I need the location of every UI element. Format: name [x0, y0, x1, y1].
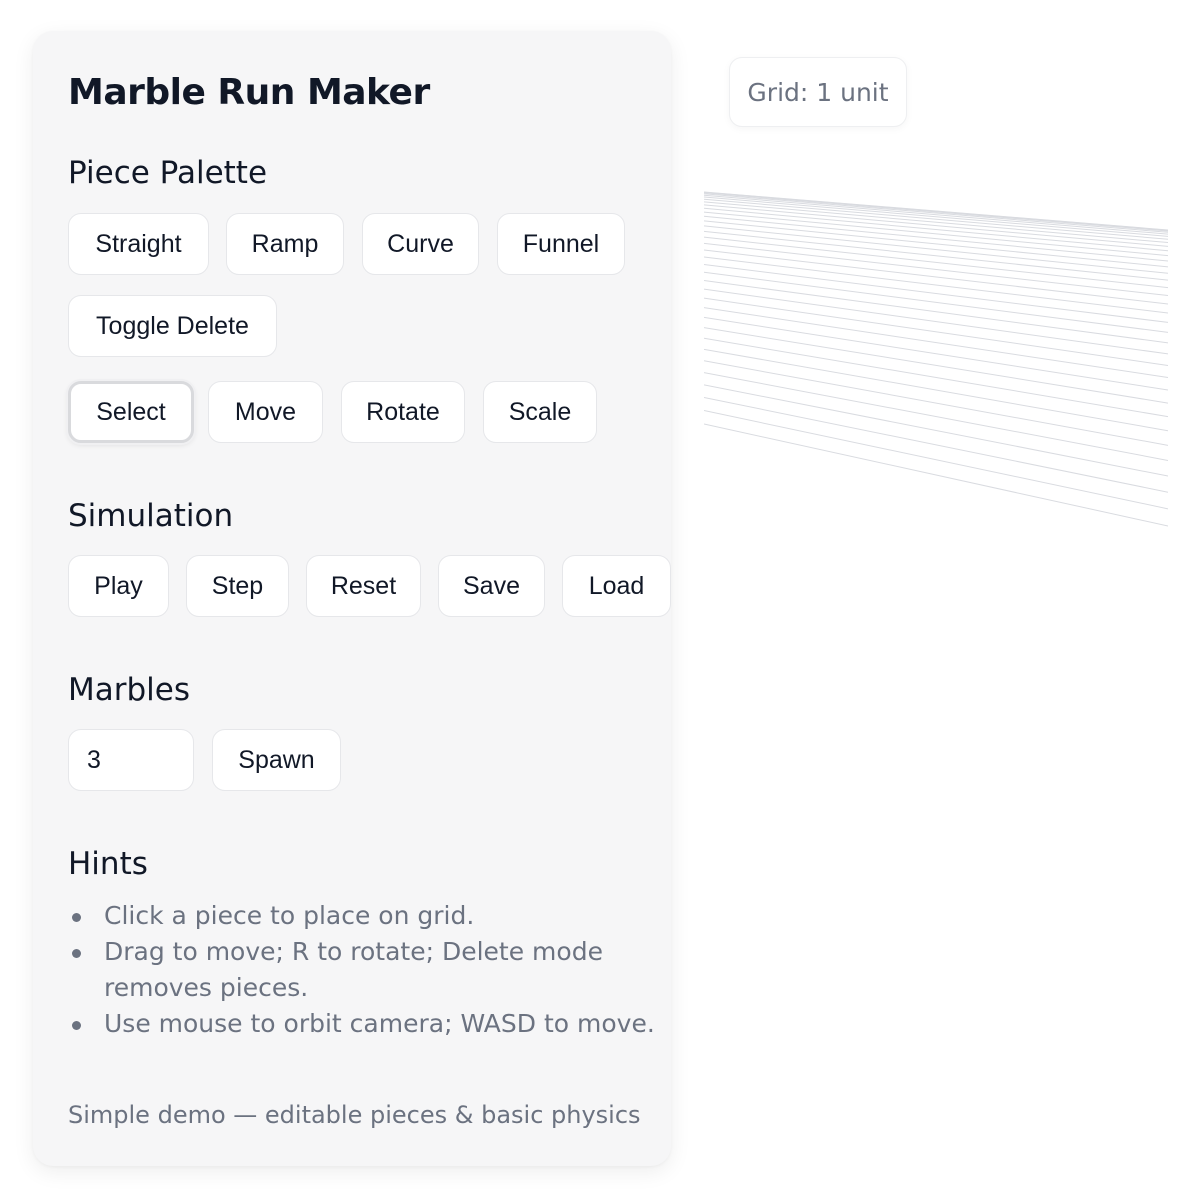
grid-scale-badge: Grid: 1 unit — [729, 57, 907, 127]
grid-line — [704, 410, 1168, 510]
piece-straight-button[interactable]: Straight — [68, 213, 209, 275]
grid-line — [704, 384, 1168, 477]
grid-line — [704, 360, 1168, 446]
app-root: Marble Run Maker Piece Palette Straight … — [0, 0, 1200, 1200]
piece-funnel-button[interactable]: Funnel — [497, 213, 625, 275]
grid-line — [704, 280, 1168, 344]
hint-text: Click a piece to place on grid. — [104, 901, 475, 930]
piece-ramp-button[interactable]: Ramp — [226, 213, 344, 275]
grid-line — [704, 307, 1168, 378]
hints-list: Click a piece to place on grid. Drag to … — [68, 898, 658, 1042]
grid-line — [704, 337, 1168, 418]
toggle-delete-button[interactable]: Toggle Delete — [68, 295, 277, 357]
play-button[interactable]: Play — [68, 555, 169, 617]
hint-item: Click a piece to place on grid. — [68, 898, 658, 934]
bullet-icon — [72, 1021, 81, 1030]
grid-line — [704, 211, 1168, 257]
marble-count-input[interactable] — [68, 729, 194, 791]
grid-line — [704, 256, 1168, 314]
grid-line — [704, 193, 1168, 233]
spawn-button[interactable]: Spawn — [212, 729, 341, 791]
scene-viewport[interactable] — [704, 180, 1168, 540]
load-button[interactable]: Load — [562, 555, 671, 617]
grid-line — [704, 288, 1168, 355]
hints-heading: Hints — [68, 846, 148, 882]
hint-text: Use mouse to orbit camera; WASD to move. — [104, 1009, 655, 1038]
tool-rotate-button[interactable]: Rotate — [341, 381, 465, 443]
grid-line — [704, 316, 1168, 391]
simulation-heading: Simulation — [68, 498, 234, 534]
app-title: Marble Run Maker — [68, 72, 430, 113]
control-panel: Marble Run Maker Piece Palette Straight … — [33, 31, 671, 1166]
grid-line — [704, 242, 1168, 297]
step-button[interactable]: Step — [186, 555, 289, 617]
footer-text: Simple demo — editable pieces & basic ph… — [68, 1101, 641, 1129]
save-button[interactable]: Save — [438, 555, 545, 617]
hint-item: Use mouse to orbit camera; WASD to move. — [68, 1006, 658, 1042]
tool-select-button[interactable]: Select — [68, 381, 194, 443]
grid-line — [704, 397, 1168, 493]
grid-line — [704, 249, 1168, 305]
grid-line — [704, 196, 1168, 237]
grid-line — [704, 201, 1168, 244]
grid-line — [704, 372, 1168, 461]
grid-line — [704, 423, 1168, 527]
reset-button[interactable]: Reset — [306, 555, 421, 617]
tool-scale-button[interactable]: Scale — [483, 381, 597, 443]
bullet-icon — [72, 913, 81, 922]
grid-line — [704, 271, 1168, 333]
tool-move-button[interactable]: Move — [208, 381, 323, 443]
grid-line — [704, 327, 1168, 404]
hint-item: Drag to move; R to rotate; Delete mode r… — [68, 934, 658, 1006]
bullet-icon — [72, 949, 81, 958]
grid-line — [704, 297, 1168, 366]
marbles-heading: Marbles — [68, 672, 191, 708]
grid-line — [704, 348, 1168, 432]
piece-curve-button[interactable]: Curve — [362, 213, 479, 275]
floor-grid — [704, 191, 1168, 527]
hint-text: Drag to move; R to rotate; Delete mode r… — [104, 937, 603, 1002]
palette-heading: Piece Palette — [68, 155, 268, 191]
